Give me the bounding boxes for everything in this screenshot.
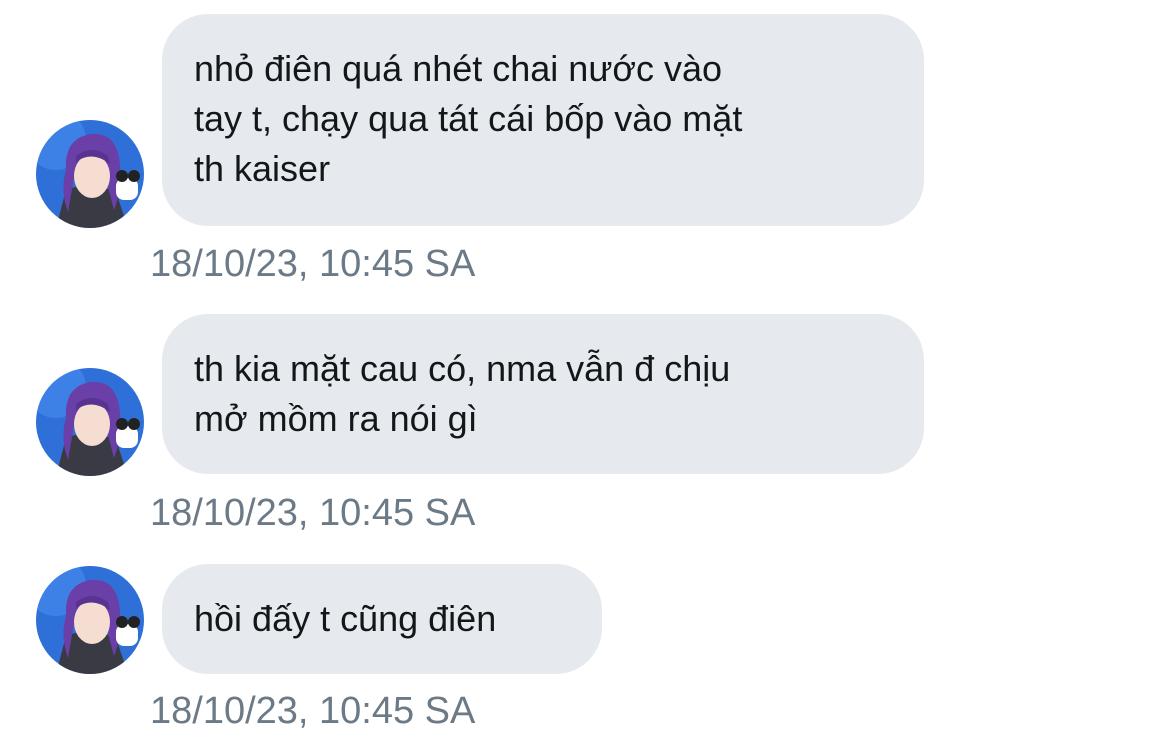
user-avatar-icon[interactable]: [36, 368, 144, 476]
user-avatar-icon[interactable]: [36, 566, 144, 674]
message-bubble[interactable]: hồi đấy t cũng điên: [162, 564, 602, 674]
message-bubble[interactable]: nhỏ điên quá nhét chai nước vào tay t, c…: [162, 14, 924, 226]
message-text-line: hồi đấy t cũng điên: [194, 598, 497, 639]
message-timestamp: 18/10/23, 10:45 SA: [150, 492, 476, 534]
message-text-line: th kia mặt cau có, nma vẫn đ chịu: [194, 348, 731, 389]
message-text-line: th kaiser: [194, 148, 331, 189]
user-avatar-icon[interactable]: [36, 120, 144, 228]
message-text-line: mở mồm ra nói gì: [194, 398, 478, 439]
message-bubble[interactable]: th kia mặt cau có, nma vẫn đ chịu mở mồm…: [162, 314, 924, 474]
message-timestamp: 18/10/23, 10:45 SA: [150, 243, 476, 285]
message-text-line: tay t, chạy qua tát cái bốp vào mặt: [194, 98, 743, 139]
message-timestamp: 18/10/23, 10:45 SA: [150, 690, 476, 732]
message-text-line: nhỏ điên quá nhét chai nước vào: [194, 48, 723, 89]
